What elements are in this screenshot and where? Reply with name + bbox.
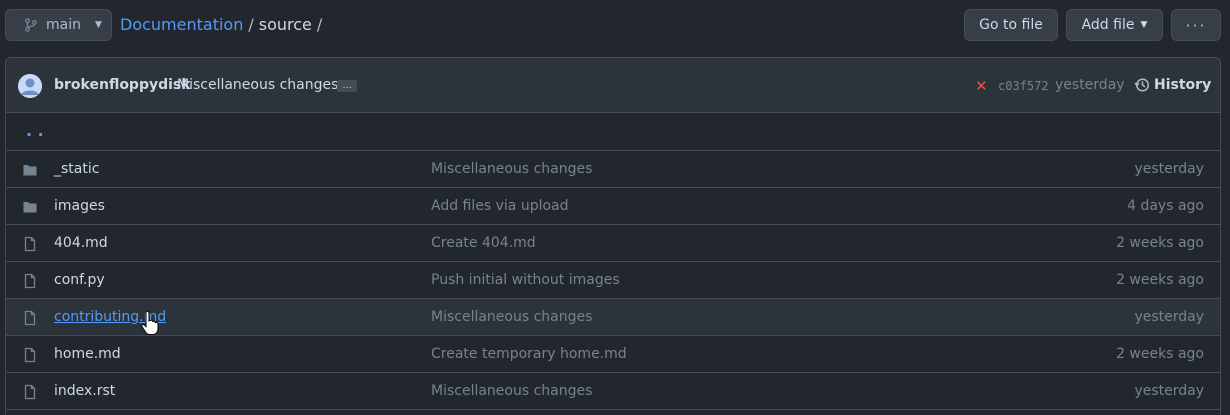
file-name-link[interactable]: images: [54, 198, 105, 214]
file-commit-age: 2 weeks ago: [1116, 272, 1204, 288]
file-row[interactable]: contributing.md Miscellaneous changes yest…: [6, 299, 1220, 336]
history-link[interactable]: History: [1134, 77, 1211, 93]
file-browser: brokenfloppydisk Miscellaneous changes ……: [5, 57, 1221, 415]
breadcrumb-repo-link[interactable]: Documentation: [120, 15, 243, 34]
latest-commit-bar: brokenfloppydisk Miscellaneous changes ……: [6, 58, 1220, 113]
file-row[interactable]: home.md Create temporary home.md 2 weeks a…: [6, 336, 1220, 373]
parent-directory-link[interactable]: . .: [26, 121, 44, 140]
commit-sha-link[interactable]: c03f572: [998, 79, 1049, 93]
add-file-button[interactable]: Add file ▼: [1066, 9, 1163, 41]
file-commit-age: yesterday: [1134, 161, 1204, 177]
avatar[interactable]: [18, 74, 42, 98]
file-commit-message-link[interactable]: Create temporary home.md: [431, 346, 627, 362]
breadcrumb-current-dir: source: [258, 15, 312, 34]
breadcrumb-separator: /: [316, 15, 323, 34]
file-icon: [22, 384, 38, 400]
file-commit-message-link[interactable]: Miscellaneous changes: [431, 161, 592, 177]
add-file-label: Add file: [1081, 17, 1135, 33]
file-icon: [22, 310, 38, 326]
breadcrumb: Documentation / source /: [120, 15, 322, 34]
file-name-link[interactable]: contributing.md: [54, 309, 166, 325]
folder-icon: [22, 162, 38, 178]
file-commit-message-link[interactable]: Miscellaneous changes: [431, 383, 592, 399]
branch-selector-button[interactable]: main ▼: [5, 9, 112, 41]
file-name-link[interactable]: _static: [54, 161, 99, 177]
file-commit-age: 4 days ago: [1127, 198, 1204, 214]
history-icon: [1134, 78, 1150, 92]
file-commit-age: yesterday: [1134, 383, 1204, 399]
file-icon: [22, 236, 38, 252]
file-icon: [22, 347, 38, 363]
file-name-link[interactable]: home.md: [54, 346, 121, 362]
commit-author-link[interactable]: brokenfloppydisk: [54, 77, 191, 93]
file-name-link[interactable]: index.rst: [54, 383, 115, 399]
branch-name: main: [46, 17, 81, 33]
commit-message-link[interactable]: Miscellaneous changes: [177, 77, 338, 93]
top-bar: main ▼ Documentation / source / Go to fi…: [0, 0, 1230, 50]
expand-commit-message-button[interactable]: …: [337, 80, 357, 92]
commit-time: yesterday: [1055, 77, 1125, 93]
file-row[interactable]: conf.py Push initial without images 2 week…: [6, 262, 1220, 299]
file-row[interactable]: images Add files via upload 4 days ago: [6, 188, 1220, 225]
file-name-link[interactable]: 404.md: [54, 235, 108, 251]
file-commit-message-link[interactable]: Miscellaneous changes: [431, 309, 592, 325]
file-row[interactable]: index.rst Miscellaneous changes yesterday: [6, 373, 1220, 410]
x-icon[interactable]: ✕: [975, 77, 988, 95]
file-name-link[interactable]: conf.py: [54, 272, 105, 288]
chevron-down-icon: ▼: [94, 20, 102, 30]
breadcrumb-separator: /: [248, 15, 254, 34]
file-commit-message-link[interactable]: Add files via upload: [431, 198, 569, 214]
file-row[interactable]: _static Miscellaneous changes yesterday: [6, 151, 1220, 188]
history-label: History: [1154, 77, 1212, 93]
file-row[interactable]: 404.md Create 404.md 2 weeks ago: [6, 225, 1220, 262]
file-commit-message-link[interactable]: Create 404.md: [431, 235, 536, 251]
go-to-file-button[interactable]: Go to file: [964, 9, 1058, 41]
folder-icon: [22, 199, 38, 215]
git-branch-icon: [25, 18, 37, 32]
file-commit-age: yesterday: [1134, 309, 1204, 325]
file-commit-message-link[interactable]: Push initial without images: [431, 272, 620, 288]
parent-directory-row[interactable]: . .: [6, 114, 1220, 151]
file-commit-age: 2 weeks ago: [1116, 235, 1204, 251]
chevron-down-icon: ▼: [1140, 20, 1148, 30]
file-icon: [22, 273, 38, 289]
file-commit-age: 2 weeks ago: [1116, 346, 1204, 362]
more-options-button[interactable]: ···: [1171, 9, 1221, 41]
